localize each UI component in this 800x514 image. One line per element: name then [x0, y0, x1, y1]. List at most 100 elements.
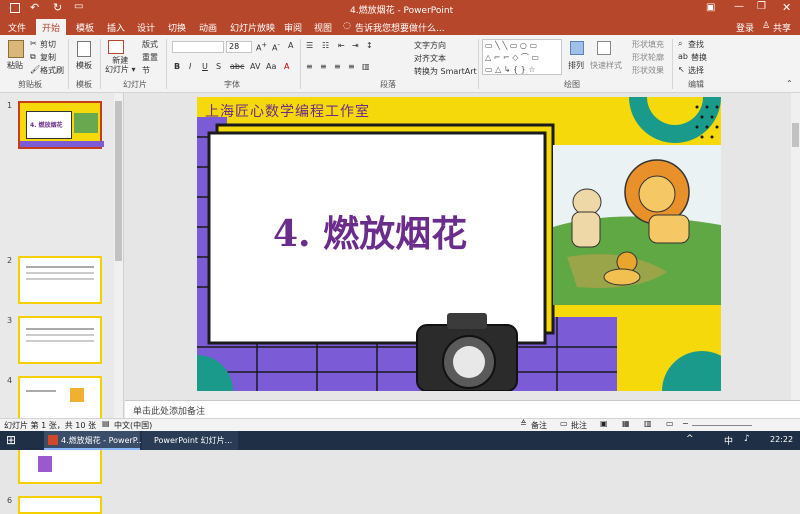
decrease-indent-icon[interactable]: ⇤ — [338, 41, 345, 50]
taskbar-app-powerpoint[interactable]: 4.燃放烟花 - PowerP... — [44, 431, 144, 450]
grow-font-icon[interactable]: A+ — [256, 41, 267, 53]
font-family-select[interactable] — [172, 41, 224, 53]
save-icon[interactable] — [10, 3, 20, 13]
tab-template[interactable]: 模板 — [76, 21, 94, 34]
slide-thumbnail-2[interactable] — [18, 256, 102, 304]
slide-header-text[interactable]: 上海匠心数学编程工作室 — [205, 101, 370, 121]
slide-title[interactable]: 4. 燃放烟花 — [273, 205, 467, 257]
select-button[interactable]: 选择 — [688, 65, 704, 76]
select-icon[interactable]: ↖ — [678, 65, 685, 74]
undo-icon[interactable]: ↶ — [30, 1, 39, 14]
paste-button[interactable]: 粘贴 — [7, 60, 23, 71]
ribbon-display-icon[interactable]: ▣ — [706, 2, 715, 13]
tab-review[interactable]: 审阅 — [284, 21, 302, 34]
text-direction-button[interactable]: 文字方向 — [414, 40, 446, 51]
replace-button[interactable]: 替换 — [691, 52, 707, 63]
tab-slideshow[interactable]: 幻灯片放映 — [230, 21, 275, 34]
comments-button[interactable]: 批注 — [571, 420, 587, 431]
align-text-button[interactable]: 对齐文本 — [414, 53, 446, 64]
format-painter-icon[interactable]: 🖌 — [30, 65, 40, 74]
find-icon[interactable]: ⌕ — [678, 39, 682, 49]
restore-icon[interactable]: ❐ — [757, 1, 766, 12]
start-slideshow-icon[interactable]: ▭ — [74, 1, 83, 12]
minimize-icon[interactable]: — — [734, 1, 744, 12]
clock[interactable]: 22:22 — [770, 435, 793, 444]
copy-icon[interactable]: ⧉ — [30, 52, 36, 62]
columns-icon[interactable]: ▥ — [362, 62, 370, 71]
new-slide-icon[interactable] — [108, 40, 124, 54]
slide-thumbnail-3[interactable] — [18, 316, 102, 364]
shrink-font-icon[interactable]: A- — [272, 41, 280, 53]
tab-animations[interactable]: 动画 — [199, 21, 217, 34]
shape-effects-button[interactable]: 形状效果 — [632, 65, 664, 76]
notes-toggle-icon[interactable]: ≙ — [520, 419, 527, 428]
current-slide[interactable]: 上海匠心数学编程工作室 4. 燃放烟花 — [197, 97, 721, 391]
shadow-icon[interactable]: S — [216, 62, 221, 71]
template-icon[interactable] — [77, 41, 91, 57]
find-button[interactable]: 查找 — [688, 39, 704, 50]
collapse-ribbon-icon[interactable]: ⌃ — [786, 79, 793, 88]
zoom-out-icon[interactable]: − — [682, 419, 689, 428]
layout-button[interactable]: 版式 — [142, 39, 158, 50]
clear-format-icon[interactable]: A — [288, 41, 293, 50]
login-link[interactable]: 登录 — [736, 21, 754, 34]
bullets-icon[interactable]: ☰ — [306, 41, 313, 50]
template-button[interactable]: 模板 — [76, 60, 92, 71]
tab-transitions[interactable]: 切换 — [168, 21, 186, 34]
spellcheck-icon[interactable]: ▤ — [102, 419, 110, 428]
arrange-button[interactable]: 排列 — [568, 60, 584, 71]
slide-thumbnail-6[interactable] — [18, 496, 102, 514]
canvas-scrollbar[interactable] — [791, 93, 800, 400]
redo-icon[interactable]: ↻ — [53, 1, 62, 14]
shape-fill-button[interactable]: 形状填充 — [632, 39, 664, 50]
copy-button[interactable]: 复制 — [40, 52, 56, 63]
shape-outline-button[interactable]: 形状轮廓 — [632, 52, 664, 63]
smartart-button[interactable]: 转换为 SmartArt — [414, 66, 477, 77]
increase-indent-icon[interactable]: ⇥ — [352, 41, 359, 50]
bold-icon[interactable]: B — [174, 62, 180, 71]
ime-indicator[interactable]: 中 — [724, 434, 733, 447]
tab-file[interactable]: 文件 — [8, 21, 26, 34]
font-size-select[interactable]: 28 — [226, 41, 252, 53]
tell-me-input[interactable]: 告诉我您想要做什么... — [355, 21, 445, 34]
arrange-icon[interactable] — [570, 41, 584, 55]
tab-insert[interactable]: 插入 — [107, 21, 125, 34]
quick-styles-button[interactable]: 快速样式 — [590, 60, 622, 71]
format-painter-button[interactable]: 格式刷 — [40, 65, 64, 76]
thumbnails-scrollbar[interactable] — [114, 93, 123, 418]
slide-sorter-icon[interactable]: ▦ — [622, 419, 630, 428]
new-slide-button[interactable]: 新建 幻灯片 ▾ — [105, 56, 136, 74]
comments-icon[interactable]: ▭ — [560, 419, 568, 428]
align-left-icon[interactable]: ≡ — [306, 62, 313, 71]
cut-button[interactable]: 剪切 — [40, 39, 56, 50]
notes-placeholder[interactable]: 单击此处添加备注 — [133, 404, 205, 417]
share-icon[interactable]: ♙ — [762, 21, 770, 31]
notes-pane[interactable]: 单击此处添加备注 — [125, 400, 800, 418]
taskbar-app-slideshow[interactable]: PowerPoint 幻灯片... — [142, 431, 238, 450]
replace-icon[interactable]: ab — [678, 52, 688, 61]
justify-icon[interactable]: ≡ — [348, 62, 355, 71]
reading-view-icon[interactable]: ▥ — [644, 419, 652, 428]
align-center-icon[interactable]: ≡ — [320, 62, 327, 71]
tray-chevron-icon[interactable]: ^ — [686, 434, 694, 444]
tab-design[interactable]: 设计 — [137, 21, 155, 34]
normal-view-icon[interactable]: ▣ — [600, 419, 608, 428]
numbering-icon[interactable]: ☷ — [322, 41, 329, 50]
slideshow-view-icon[interactable]: ▭ — [666, 419, 674, 428]
zoom-slider[interactable] — [692, 425, 752, 426]
reset-button[interactable]: 重置 — [142, 52, 158, 63]
windows-start-icon[interactable]: ⊞ — [6, 433, 16, 447]
change-case-icon[interactable]: Aa — [266, 62, 276, 71]
char-spacing-icon[interactable]: AV — [250, 62, 260, 71]
strikethrough-icon[interactable]: abc — [230, 62, 244, 71]
share-button[interactable]: 共享 — [773, 21, 791, 34]
italic-icon[interactable]: I — [189, 62, 191, 71]
paste-icon[interactable] — [8, 40, 24, 58]
line-spacing-icon[interactable]: ↕ — [366, 41, 373, 50]
slide-thumbnail-1[interactable]: 4. 燃放烟花 — [18, 101, 104, 149]
tab-view[interactable]: 视图 — [314, 21, 332, 34]
align-right-icon[interactable]: ≡ — [334, 62, 341, 71]
slide-thumbnail-4[interactable] — [18, 376, 102, 424]
section-button[interactable]: 节 — [142, 65, 150, 76]
font-color-icon[interactable]: A — [284, 62, 289, 71]
